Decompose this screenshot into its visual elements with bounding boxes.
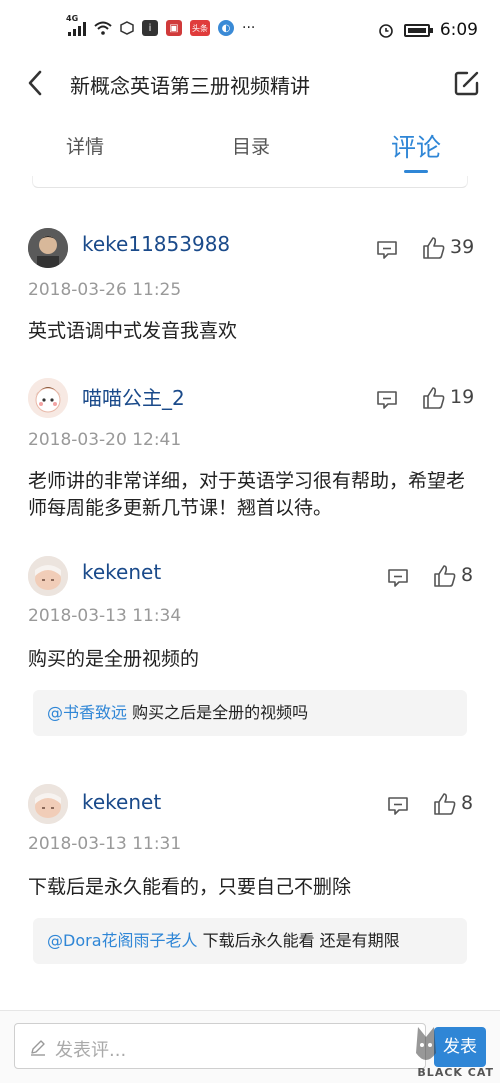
thumbs-up-icon[interactable] xyxy=(433,564,457,588)
more-status-icon: ··· xyxy=(242,20,256,36)
quoted-mention[interactable]: @书香致远 xyxy=(47,703,127,722)
comment-username[interactable]: 喵喵公主_2 xyxy=(82,382,185,411)
alarm-icon xyxy=(379,24,393,38)
avatar[interactable] xyxy=(28,784,68,824)
tab-bar: 详情 目录 评论 xyxy=(0,118,500,178)
edit-icon[interactable] xyxy=(452,68,482,98)
like-count: 39 xyxy=(450,236,475,258)
comment-date: 2018-03-20 12:41 xyxy=(28,430,182,450)
pencil-icon xyxy=(31,1040,45,1056)
quoted-text: 下载后永久能看 还是有期限 xyxy=(197,931,400,950)
tab-divider xyxy=(32,176,468,188)
hexagon-icon xyxy=(120,21,134,35)
app-icon-a: i xyxy=(142,20,158,36)
thumbs-up-icon[interactable] xyxy=(422,386,446,410)
reply-icon[interactable] xyxy=(376,390,398,410)
comment-input-bar: 发表评... 发表 BLACK CAT xyxy=(0,1010,500,1083)
avatar[interactable] xyxy=(28,556,68,596)
status-left-icons: 4G i ▣ 头条 ◐ ··· xyxy=(66,14,256,36)
status-right: 6:09 xyxy=(378,20,478,40)
back-arrow-icon[interactable] xyxy=(22,68,52,98)
avatar[interactable] xyxy=(28,228,68,268)
thumbs-up-icon[interactable] xyxy=(422,236,446,260)
comment-text: 下载后是永久能看的，只要自己不删除 xyxy=(28,876,352,898)
like-count: 8 xyxy=(461,792,474,814)
quoted-text: 购买之后是全册的视频吗 xyxy=(127,703,309,722)
comment-username[interactable]: keke11853988 xyxy=(82,232,230,256)
battery-icon xyxy=(403,23,433,37)
tab-comments[interactable]: 评论 xyxy=(391,128,441,164)
quoted-mention[interactable]: @Dora花阁雨子老人 xyxy=(47,931,198,950)
comment-username[interactable]: kekenet xyxy=(82,560,161,584)
status-bar: 4G i ▣ 头条 ◐ ··· 6:09 xyxy=(0,0,500,56)
quoted-reply: @书香致远 购买之后是全册的视频吗 xyxy=(33,690,467,736)
comment-text: 英式语调中式发音我喜欢 xyxy=(28,320,238,342)
comment-input-placeholder: 发表评... xyxy=(55,1040,127,1061)
app-icon-c: ◐ xyxy=(218,20,234,36)
comment-date: 2018-03-13 11:31 xyxy=(28,834,182,854)
tab-details[interactable]: 详情 xyxy=(66,132,104,159)
comment-text: 购买的是全册视频的 xyxy=(28,648,200,670)
toutiao-icon: 头条 xyxy=(190,20,210,36)
signal-icon: 4G xyxy=(66,14,86,36)
app-icon-b: ▣ xyxy=(166,20,182,36)
tab-catalog[interactable]: 目录 xyxy=(232,132,270,159)
comment-username[interactable]: kekenet xyxy=(82,790,161,814)
comment-date: 2018-03-13 11:34 xyxy=(28,606,182,626)
like-count: 19 xyxy=(450,386,475,408)
like-count: 8 xyxy=(461,564,474,586)
status-time: 6:09 xyxy=(439,20,478,40)
comment-text: 老师讲的非常详细，对于英语学习很有帮助，希望老师每周能多更新几节课！翘首以待。 xyxy=(28,470,466,519)
comment-date: 2018-03-26 11:25 xyxy=(28,280,182,300)
title-bar: 新概念英语第三册视频精讲 xyxy=(0,56,500,112)
thumbs-up-icon[interactable] xyxy=(433,792,457,816)
reply-icon[interactable] xyxy=(387,568,409,588)
avatar[interactable] xyxy=(28,378,68,418)
reply-icon[interactable] xyxy=(387,796,409,816)
quoted-reply: @Dora花阁雨子老人 下载后永久能看 还是有期限 xyxy=(33,918,467,964)
reply-icon[interactable] xyxy=(376,240,398,260)
watermark-text: BLACK CAT xyxy=(417,1066,494,1079)
comment-input[interactable]: 发表评... xyxy=(14,1023,426,1069)
wifi-icon xyxy=(94,21,112,35)
active-tab-indicator xyxy=(404,170,428,173)
page-title: 新概念英语第三册视频精讲 xyxy=(70,74,310,98)
